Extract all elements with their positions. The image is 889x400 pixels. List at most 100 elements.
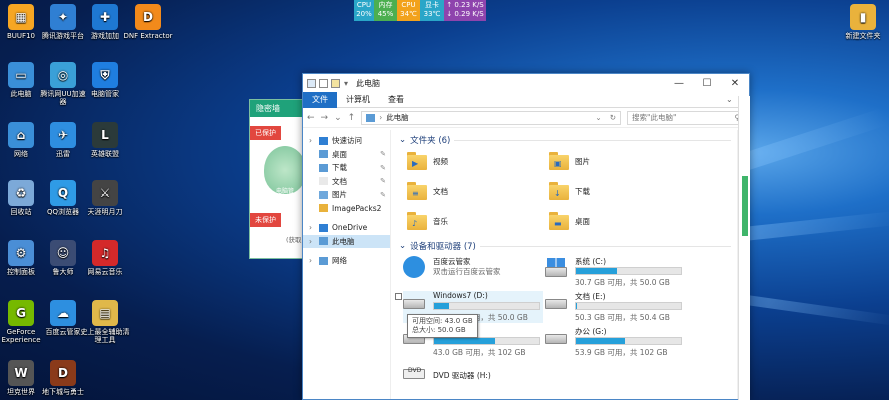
nav-item-label: 桌面 xyxy=(332,149,347,159)
desktop-shortcut-label: 新建文件夹 xyxy=(845,32,881,40)
app-icon: ✚ xyxy=(92,4,118,30)
nav-item-label: 快速访问 xyxy=(332,136,362,146)
pin-icon[interactable]: ✎ xyxy=(380,150,386,158)
drive-item[interactable]: 办公 (G:) 53.9 GB 可用，共 102 GB xyxy=(545,326,685,358)
app-icon: ✦ xyxy=(50,4,76,30)
folder-item[interactable]: ↓ 下载 xyxy=(549,182,590,200)
perf-label: ↑ 0.23 K/S xyxy=(446,1,484,9)
folder-icon: ♪ xyxy=(407,212,427,230)
app-icon: ✈ xyxy=(50,122,76,148)
app-icon: ☁ xyxy=(50,300,76,326)
perf-value: 34℃ xyxy=(400,10,417,18)
minimize-button[interactable]: — xyxy=(665,74,693,92)
properties-icon[interactable] xyxy=(319,78,328,88)
expand-chevron-icon[interactable]: › xyxy=(309,237,315,246)
close-button[interactable]: ✕ xyxy=(721,74,749,92)
address-dropdown-icon[interactable]: ⌄ xyxy=(595,113,601,122)
refresh-icon[interactable]: ↻ xyxy=(610,113,616,122)
expand-chevron-icon[interactable]: › xyxy=(309,136,315,145)
desktop-shortcut[interactable]: ⚔ 天涯明月刀 xyxy=(80,180,130,216)
folder-label: 桌面 xyxy=(575,216,590,226)
drive-item[interactable]: 系统 (C:) 30.7 GB 可用，共 50.0 GB xyxy=(545,256,685,288)
maximize-button[interactable]: ☐ xyxy=(693,74,721,92)
folder-label: 视频 xyxy=(433,156,448,166)
nav-item[interactable]: 图片 ✎ xyxy=(303,188,390,202)
folder-icon: ↓ xyxy=(549,182,569,200)
up-arrow-icon[interactable]: ↑ xyxy=(348,113,356,123)
nav-item[interactable]: › 此电脑 xyxy=(303,234,390,248)
security-window[interactable]: 隐密墙 已保护 电脑管 未保护 (获取 xyxy=(249,99,309,259)
nav-item[interactable]: 桌面 ✎ xyxy=(303,148,390,162)
tab-file[interactable]: 文件 xyxy=(303,91,337,108)
protected-tag: 已保护 xyxy=(250,126,281,140)
nav-item[interactable]: 下载 ✎ xyxy=(303,161,390,175)
desktop-shortcut[interactable]: D 地下城与勇士 xyxy=(38,360,88,396)
desktop-shortcut[interactable]: D DNF Extractor xyxy=(123,4,173,40)
quick-access-icon[interactable] xyxy=(307,78,316,88)
chevron-right-icon: › xyxy=(379,113,383,122)
perf-value: 20% xyxy=(356,10,372,18)
folder-item[interactable]: ▶ 视频 xyxy=(407,152,448,170)
drive-tooltip: 可用空间: 43.0 GB 总大小: 50.0 GB xyxy=(407,314,478,338)
drive-item[interactable]: DVD DVD 驱动器 (H:) xyxy=(403,361,543,393)
drive-name: DVD 驱动器 (H:) xyxy=(433,371,491,380)
toolbar-dropdown-icon[interactable]: ▾ xyxy=(344,79,348,88)
pin-icon[interactable]: ✎ xyxy=(380,191,386,199)
perf-cell: 显卡 33℃ xyxy=(420,0,444,21)
forward-arrow-icon[interactable]: → xyxy=(321,113,329,123)
folder-icon xyxy=(319,204,328,213)
expand-chevron-icon[interactable]: › xyxy=(309,256,315,265)
expand-chevron-icon[interactable]: › xyxy=(309,223,315,232)
nav-item[interactable]: › 快速访问 xyxy=(303,134,390,148)
nav-item[interactable]: › 网络 xyxy=(303,254,390,268)
drive-usage-fill xyxy=(576,303,578,309)
pin-icon[interactable]: ✎ xyxy=(380,164,386,172)
folder-label: 文档 xyxy=(433,186,448,196)
perf-cell: 内存 45% xyxy=(374,0,397,21)
hard-drive-icon xyxy=(545,328,569,346)
tab-view[interactable]: 查看 xyxy=(379,92,413,108)
checkbox[interactable] xyxy=(395,293,402,300)
perf-label: 内存 xyxy=(378,1,393,9)
tab-computer[interactable]: 计算机 xyxy=(337,92,379,108)
folder-item[interactable]: ▣ 图片 xyxy=(549,152,590,170)
perf-cell: CPU 20% xyxy=(354,0,374,21)
nav-item-label: 网络 xyxy=(332,256,347,266)
folder-item[interactable]: ▬ 桌面 xyxy=(549,212,590,230)
folders-section-header[interactable]: ⌄ 文件夹 (6) xyxy=(395,132,737,148)
desktop-shortcut[interactable]: ▮ 新建文件夹 xyxy=(838,4,888,40)
desktop-shortcut[interactable]: L 英雄联盟 xyxy=(80,122,130,158)
pin-icon[interactable]: ✎ xyxy=(380,177,386,185)
security-note: (获取 xyxy=(286,236,302,244)
folder-item[interactable]: ≡ 文档 xyxy=(407,182,448,200)
ribbon: 文件 计算机 查看 ⌄ ? xyxy=(303,91,749,108)
drive-free-space: 30.7 GB 可用，共 50.0 GB xyxy=(575,278,670,287)
folder-item[interactable]: ♪ 音乐 xyxy=(407,212,448,230)
folder-icon: ≡ xyxy=(407,182,427,200)
address-bar[interactable]: › 此电脑 ⌄ ↻ xyxy=(361,110,621,125)
nav-item[interactable]: ImagePacks2 xyxy=(303,202,390,216)
nav-item[interactable]: 文档 ✎ xyxy=(303,175,390,189)
drive-item[interactable]: 百度云管家 双击运行百度云管家 xyxy=(403,256,543,288)
nav-item[interactable]: › OneDrive xyxy=(303,221,390,235)
computer-icon xyxy=(319,237,328,246)
perf-label: 显卡 xyxy=(425,1,439,9)
nav-item-label: 下载 xyxy=(332,163,347,173)
app-icon: ⚙ xyxy=(8,240,34,266)
app-icon: Q xyxy=(50,180,76,206)
drives-section-header[interactable]: ⌄ 设备和驱动器 (7) xyxy=(395,238,737,254)
search-input[interactable]: 搜索"此电脑" ⚲ xyxy=(627,110,745,125)
drive-item[interactable]: 文档 (E:) 50.3 GB 可用，共 50.4 GB xyxy=(545,291,685,323)
recent-chevron-icon[interactable]: ⌄ xyxy=(334,113,342,123)
desktop-shortcut[interactable]: ▤ 史上最全辅助清理工具 xyxy=(80,300,130,344)
explorer-window[interactable]: ▾ 此电脑 — ☐ ✕ 文件 计算机 查看 ⌄ ? ← → ⌄ ↑ › 此电脑 … xyxy=(302,73,750,400)
title-bar[interactable]: ▾ 此电脑 — ☐ ✕ xyxy=(303,74,749,92)
app-icon: ⌂ xyxy=(8,122,34,148)
back-arrow-icon[interactable]: ← xyxy=(307,113,315,123)
drive-usage-bar xyxy=(433,337,540,345)
ribbon-expand-icon[interactable]: ⌄ xyxy=(726,95,733,104)
nav-item-label: 此电脑 xyxy=(332,236,355,246)
desktop-shortcut[interactable]: ♫ 网易云音乐 xyxy=(80,240,130,276)
new-folder-icon[interactable] xyxy=(331,78,340,88)
desktop-shortcut[interactable]: ⛨ 电脑管家 xyxy=(80,62,130,98)
